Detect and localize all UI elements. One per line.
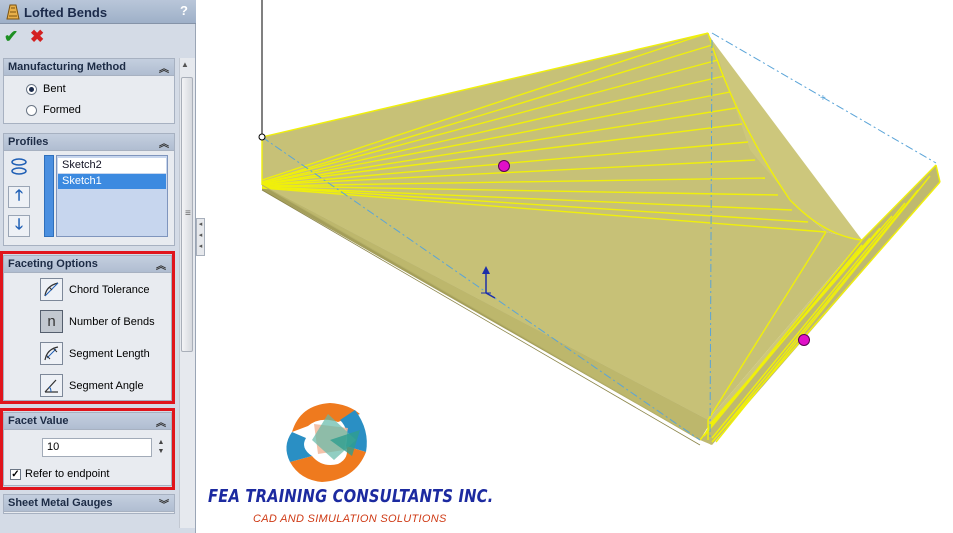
radio-bent[interactable]: Bent [26, 83, 66, 95]
list-item[interactable]: Sketch2 [58, 158, 166, 173]
collapse-icon[interactable]: ︽ [159, 135, 169, 150]
option-chord-tolerance[interactable]: Chord Tolerance [40, 278, 150, 301]
company-logo: FEA TRAINING CONSULTANTS INC. CAD AND SI… [204, 396, 504, 530]
radio-formed[interactable]: Formed [26, 104, 81, 116]
drag-handle[interactable] [798, 334, 810, 346]
list-item[interactable]: Sketch1 [58, 174, 166, 189]
option-label: Segment Length [69, 347, 150, 360]
collapse-icon[interactable]: ︽ [156, 414, 166, 429]
group-title: Facet Value [8, 415, 69, 427]
group-title: Profiles [8, 136, 49, 148]
group-title: Faceting Options [8, 258, 98, 270]
sheet-metal-gauges-header[interactable]: Sheet Metal Gauges ︾ [4, 495, 174, 512]
option-number-of-bends[interactable]: n Number of Bends [40, 310, 155, 333]
radio-label: Formed [43, 104, 81, 116]
option-label: Segment Angle [69, 379, 144, 392]
sketch-endpoint[interactable] [258, 133, 266, 141]
profiles-header[interactable]: Profiles ︽ [4, 134, 174, 151]
scroll-grip-icon: ≡ [185, 208, 191, 219]
help-icon[interactable]: ? [180, 3, 188, 18]
profiles-selection-icon [8, 156, 30, 178]
company-name: FEA TRAINING CONSULTANTS INC. [208, 486, 494, 507]
move-up-button[interactable]: 🡑 [8, 186, 30, 208]
arrow-down-icon: 🡓 [15, 215, 23, 233]
refer-to-endpoint-checkbox[interactable]: ✓ [10, 468, 21, 480]
radio-button[interactable] [26, 104, 37, 116]
sheet-metal-gauges-group: Sheet Metal Gauges ︾ [3, 494, 175, 514]
manufacturing-method-group: Manufacturing Method ︽ Bent Formed [3, 58, 175, 124]
facet-value-header[interactable]: Facet Value ︽ [4, 413, 171, 430]
radio-label: Bent [43, 83, 66, 95]
spin-down-icon[interactable]: ▼ [154, 447, 168, 456]
company-tagline: CAD AND SIMULATION SOLUTIONS [253, 513, 447, 525]
expand-icon[interactable]: ︾ [159, 496, 169, 511]
profiles-list[interactable]: Sketch2 Sketch1 [56, 155, 168, 237]
group-title: Manufacturing Method [8, 61, 126, 73]
panel-collapse-handle[interactable]: ◂ ◂ ◂ [196, 218, 205, 256]
ok-button[interactable]: ✔ [4, 27, 18, 47]
refer-to-endpoint-row[interactable]: ✓ Refer to endpoint [10, 468, 109, 480]
number-of-bends-icon[interactable]: n [40, 310, 63, 333]
solidworks-window: Lofted Bends ? ✔ ✖ Manufacturing Method … [0, 0, 953, 533]
midpoint-mark: + [820, 93, 826, 104]
cancel-button[interactable]: ✖ [30, 27, 44, 47]
option-segment-length[interactable]: Segment Length [40, 342, 150, 365]
manufacturing-method-header[interactable]: Manufacturing Method ︽ [4, 59, 174, 76]
facet-value-group: Facet Value ︽ 10 ▲ ▼ ✓ Refer to endpoint [3, 412, 172, 486]
faceting-options-header[interactable]: Faceting Options ︽ [4, 256, 171, 273]
feature-title: Lofted Bends [24, 5, 108, 20]
segment-length-icon[interactable] [40, 342, 63, 365]
profiles-active-bar [44, 155, 54, 237]
option-label: Chord Tolerance [69, 283, 150, 296]
arrow-up-icon: 🡑 [15, 186, 23, 204]
option-label: Number of Bends [69, 315, 155, 328]
checkbox-label: Refer to endpoint [25, 468, 110, 480]
facet-value-spinner[interactable]: ▲ ▼ [154, 438, 168, 457]
collapse-icon[interactable]: ︽ [159, 60, 169, 75]
move-down-button[interactable]: 🡓 [8, 215, 30, 237]
profiles-group: Profiles ︽ 🡑 🡓 Sketch2 Sketch1 [3, 133, 175, 246]
group-title: Sheet Metal Gauges [8, 497, 113, 509]
radio-button[interactable] [26, 83, 37, 95]
segment-angle-icon[interactable] [40, 374, 63, 397]
spin-up-icon[interactable]: ▲ [154, 438, 168, 447]
drag-handle[interactable] [498, 160, 510, 172]
scroll-up-icon[interactable]: ▲ [181, 60, 189, 69]
option-segment-angle[interactable]: Segment Angle [40, 374, 144, 397]
lofted-bends-icon [6, 4, 20, 20]
lofted-bend-body[interactable] [261, 32, 941, 446]
property-manager-header: Lofted Bends ? [0, 0, 196, 24]
chord-tolerance-icon[interactable] [40, 278, 63, 301]
collapse-icon[interactable]: ︽ [156, 257, 166, 272]
faceting-options-group: Faceting Options ︽ Chord Tolerance n Num… [3, 255, 172, 401]
property-manager-panel: Lofted Bends ? ✔ ✖ Manufacturing Method … [0, 0, 196, 533]
facet-value-input[interactable]: 10 [42, 438, 152, 457]
